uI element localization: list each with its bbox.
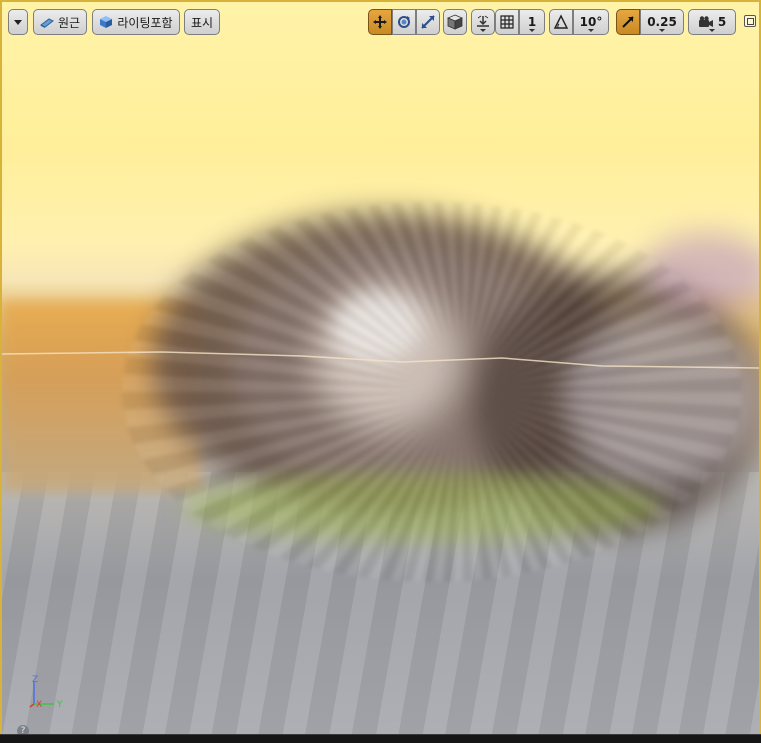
chevron-down-icon xyxy=(480,29,486,32)
x-axis-label: X xyxy=(36,700,42,710)
chevron-down-icon xyxy=(14,19,22,25)
scale-snap-icon xyxy=(622,16,634,28)
scale-snap-value: 0.25 xyxy=(647,15,677,29)
level-viewport[interactable]: 원근 라이팅포함 표시 1 10° 0.25 5 Z X Y ? xyxy=(0,0,761,734)
surface-snap-icon xyxy=(477,15,489,27)
maximize-viewport-icon[interactable] xyxy=(744,15,756,27)
z-axis-label: Z xyxy=(32,675,38,685)
grid-snap-toggle[interactable] xyxy=(495,9,519,35)
translate-mode-button[interactable] xyxy=(368,9,392,35)
lit-cube-icon xyxy=(100,16,113,28)
rotate-mode-button[interactable] xyxy=(392,9,416,35)
scale-mode-button[interactable] xyxy=(416,9,440,35)
scale-snap-toggle[interactable] xyxy=(616,9,640,35)
grid-snap-value-dropdown[interactable]: 1 xyxy=(519,9,545,35)
axis-gizmo: Z X Y xyxy=(29,675,63,710)
viewport-options-dropdown[interactable] xyxy=(8,9,28,35)
camera-speed-dropdown[interactable]: 5 xyxy=(688,9,736,35)
coordinate-space-button[interactable] xyxy=(443,9,467,35)
chevron-down-icon xyxy=(529,29,535,32)
grid-snap-value: 1 xyxy=(527,15,537,29)
perspective-icon xyxy=(40,18,54,28)
translate-arrows-icon xyxy=(373,15,387,29)
show-label: 표시 xyxy=(190,15,214,30)
perspective-label: 원근 xyxy=(57,15,81,30)
x-axis-line xyxy=(29,703,35,708)
viewport-bottom-bar xyxy=(0,734,761,743)
spline-wire xyxy=(2,351,759,369)
radial-blur-streaks xyxy=(122,202,742,582)
grid-icon xyxy=(500,15,514,29)
camera-icon xyxy=(698,16,713,27)
lighting-mode-button[interactable]: 라이팅포함 xyxy=(92,9,180,35)
perspective-button[interactable]: 원근 xyxy=(33,9,87,35)
camera-speed-value: 5 xyxy=(717,15,727,29)
rotation-snap-toggle[interactable] xyxy=(549,9,573,35)
lighting-label: 라이팅포함 xyxy=(117,15,173,30)
chevron-down-icon xyxy=(659,29,665,32)
chevron-down-icon xyxy=(709,29,715,32)
y-axis-label: Y xyxy=(56,700,63,710)
surface-snapping-button[interactable] xyxy=(471,9,495,35)
rotation-snap-value-dropdown[interactable]: 10° xyxy=(573,9,609,35)
angle-icon xyxy=(553,14,569,29)
rotate-icon xyxy=(398,16,410,28)
help-icon[interactable]: ? xyxy=(17,725,29,734)
chevron-down-icon xyxy=(588,29,594,32)
rotation-snap-value: 10° xyxy=(579,15,603,29)
local-cube-icon xyxy=(447,14,463,30)
scale-icon xyxy=(421,15,435,29)
scale-snap-value-dropdown[interactable]: 0.25 xyxy=(640,9,684,35)
show-button[interactable]: 표시 xyxy=(184,9,220,35)
